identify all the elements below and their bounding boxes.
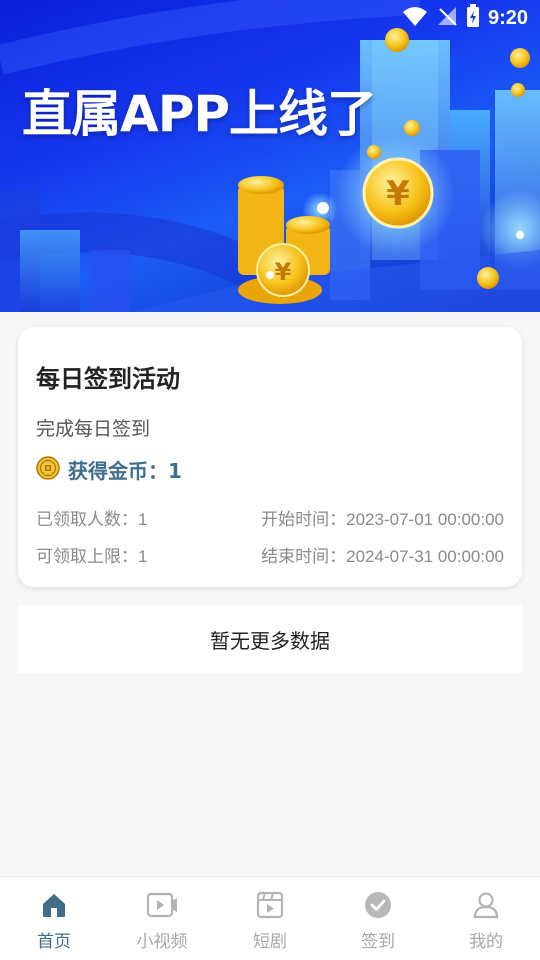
signal-icon (436, 5, 458, 31)
nav-item-home[interactable]: 首页 (0, 877, 108, 960)
person-icon (472, 891, 500, 923)
claimed-count: 已领取人数：1 (36, 510, 148, 529)
nav-label: 签到 (361, 932, 395, 952)
nav-label: 首页 (37, 932, 71, 952)
promo-banner[interactable]: ¥ ¥ 直属APP上线了 (0, 0, 540, 312)
activity-card[interactable]: 每日签到活动 完成每日签到 获得金币：1 已领取人数：1 可领取上限：1 开始时… (18, 327, 522, 587)
battery-icon (466, 4, 480, 32)
banner-illustration: ¥ ¥ (0, 0, 540, 312)
claim-limit: 可领取上限：1 (36, 547, 148, 566)
svg-text:¥: ¥ (386, 174, 410, 214)
nav-label: 短剧 (253, 932, 287, 952)
nav-item-short-drama[interactable]: 短剧 (216, 877, 324, 960)
coin-icon (36, 455, 60, 484)
activity-title: 每日签到活动 (36, 365, 180, 393)
check-circle-icon (364, 891, 392, 923)
nav-item-checkin[interactable]: 签到 (324, 877, 432, 960)
home-icon (40, 891, 68, 923)
reward-text: 获得金币：1 (68, 459, 182, 483)
start-time: 开始时间：2023-07-01 00:00:00 (261, 510, 504, 529)
wifi-icon (402, 5, 428, 31)
bottom-nav: 首页 小视频 短剧 签到 我的 (0, 876, 540, 960)
nav-item-mine[interactable]: 我的 (432, 877, 540, 960)
activity-description: 完成每日签到 (36, 418, 151, 440)
nav-item-short-video[interactable]: 小视频 (108, 877, 216, 960)
nav-label: 小视频 (136, 932, 188, 952)
status-time: 9:20 (487, 6, 528, 29)
video-icon (146, 891, 178, 923)
svg-text:¥: ¥ (275, 258, 292, 286)
no-more-data: 暂无更多数据 (18, 605, 522, 673)
nav-label: 我的 (469, 932, 503, 952)
end-time: 结束时间：2024-07-31 00:00:00 (261, 547, 504, 566)
reward-row: 获得金币：1 (36, 455, 182, 484)
app-screen: ¥ ¥ 直属APP上线了 9:20 每日签到活动 完成每日签到 获得金币：1 已… (0, 0, 540, 960)
film-icon (256, 891, 284, 923)
banner-title: 直属APP上线了 (22, 85, 377, 143)
status-bar: 9:20 (0, 0, 540, 36)
